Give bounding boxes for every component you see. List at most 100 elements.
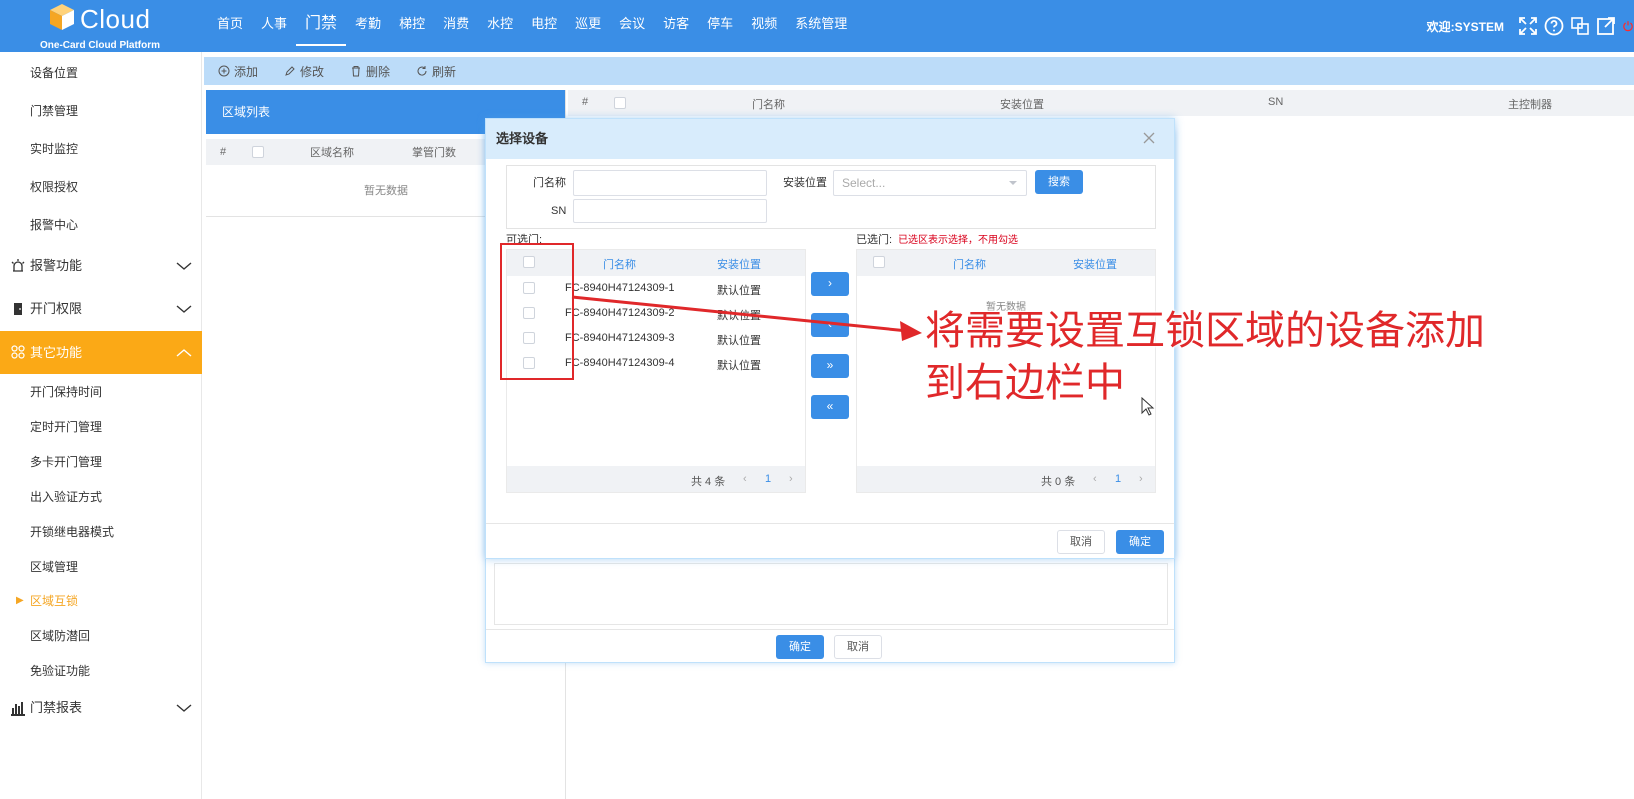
outer-ok-button[interactable]: 确定 <box>776 635 824 659</box>
chevron-down-icon <box>176 305 192 313</box>
edit-button[interactable]: 修改 <box>284 63 324 80</box>
sidebar-item-multi-card-open[interactable]: 多卡开门管理 <box>0 445 202 479</box>
sidebar-group-door-report[interactable]: 门禁报表 <box>0 688 202 728</box>
location-select[interactable]: Select... <box>833 170 1027 196</box>
sidebar-item-door-management[interactable]: 门禁管理 <box>0 94 202 128</box>
location-cell: 默认位置 <box>717 360 761 372</box>
nav-item[interactable]: 考勤 <box>346 0 390 52</box>
nav-item-active[interactable]: 门禁 <box>296 2 347 46</box>
fullscreen-icon[interactable] <box>1518 16 1538 36</box>
prev-page-icon[interactable]: ‹ <box>1093 473 1097 485</box>
add-button[interactable]: 添加 <box>218 63 258 80</box>
pagination: 共 0 条 ‹ 1 › <box>857 466 1155 492</box>
nav-item[interactable]: 电控 <box>522 0 566 52</box>
annotation-line: 将需要设置互锁区域的设备添加 <box>925 308 1485 354</box>
page-number[interactable]: 1 <box>1115 473 1121 485</box>
switch-system-icon[interactable] <box>1570 16 1590 36</box>
sidebar-item-no-verify[interactable]: 免验证功能 <box>0 654 202 688</box>
sidebar-item-verify-method[interactable]: 出入验证方式 <box>0 480 202 514</box>
nav-item[interactable]: 梯控 <box>390 0 434 52</box>
sidebar-item-door-hold-time[interactable]: 开门保持时间 <box>0 375 202 409</box>
location-placeholder: Select... <box>842 176 886 190</box>
sidebar-item-relay-mode[interactable]: 开锁继电器模式 <box>0 515 202 549</box>
selected-doors-label: 已选门: 已选区表示选择，不用勾选 <box>856 231 1018 247</box>
search-button[interactable]: 搜索 <box>1035 170 1083 194</box>
filter-panel: 门名称 安装位置 Select... 搜索 SN <box>506 165 1156 229</box>
selected-doors-label-text: 已选门: <box>856 234 893 246</box>
close-icon[interactable] <box>1142 131 1156 145</box>
annotation-text: 将需要设置互锁区域的设备添加 到右边栏中 <box>925 305 1485 409</box>
nav-item[interactable]: 人事 <box>252 0 296 52</box>
sidebar-item-area-management[interactable]: 区域管理 <box>0 550 202 584</box>
sidebar-item-anti-passback[interactable]: 区域防潜回 <box>0 619 202 653</box>
nav-item[interactable]: 首页 <box>208 0 252 52</box>
pagination: 共 4 条 ‹ 1 › <box>507 466 805 492</box>
next-page-icon[interactable]: › <box>1139 473 1143 485</box>
outer-cancel-button[interactable]: 取消 <box>834 635 882 659</box>
location-label: 安装位置 <box>783 177 827 189</box>
nav-item[interactable]: 水控 <box>478 0 522 52</box>
top-bar: Cloud One-Card Cloud Platform 首页 人事 门禁 考… <box>0 0 1634 52</box>
nav-item[interactable]: 视频 <box>742 0 786 52</box>
nav-item[interactable]: 会议 <box>610 0 654 52</box>
add-button-label: 添加 <box>234 64 259 79</box>
nav-item[interactable]: 系统管理 <box>786 0 856 52</box>
move-all-right-button[interactable]: » <box>811 354 849 378</box>
chevron-down-icon <box>176 704 192 712</box>
col-index: # <box>220 146 227 158</box>
nav-item[interactable]: 访客 <box>654 0 698 52</box>
brand-name: Cloud <box>80 4 151 34</box>
current-marker-icon: ▶ <box>16 595 24 606</box>
sidebar-group-alarm[interactable]: 报警功能 <box>0 246 202 286</box>
door-name-input[interactable] <box>573 170 767 196</box>
power-icon[interactable] <box>1622 16 1634 36</box>
prev-page-icon[interactable]: ‹ <box>743 473 747 485</box>
door-name-cell: FC-8940H47124309-4 <box>565 357 675 369</box>
next-page-icon[interactable]: › <box>789 473 793 485</box>
selected-hint: 已选区表示选择，不用勾选 <box>898 235 1019 246</box>
nav-item[interactable]: 巡更 <box>566 0 610 52</box>
sn-input[interactable] <box>573 199 767 223</box>
select-all-checkbox[interactable] <box>614 97 626 109</box>
refresh-button[interactable]: 刷新 <box>416 63 456 80</box>
col-region-name: 区域名称 <box>310 147 354 159</box>
annotation-line: 到右边栏中 <box>925 360 1125 406</box>
col-door-name: 门名称 <box>752 99 785 111</box>
delete-button[interactable]: 删除 <box>350 63 390 80</box>
sidebar-item-area-interlock[interactable]: ▶ 区域互锁 <box>0 584 202 618</box>
help-icon[interactable] <box>1544 16 1564 36</box>
nav-item[interactable]: 消费 <box>434 0 478 52</box>
col-location: 安装位置 <box>1073 259 1117 271</box>
select-all-checkbox[interactable] <box>252 146 264 158</box>
total-count: 共 4 条 <box>691 476 726 488</box>
dialog-title: 选择设备 <box>486 119 1174 159</box>
move-all-left-button[interactable]: « <box>811 395 849 419</box>
door-name-label: 门名称 <box>533 177 566 189</box>
sidebar-item-device-location[interactable]: 设备位置 <box>0 56 202 90</box>
ok-button[interactable]: 确定 <box>1116 530 1164 554</box>
mouse-cursor-icon <box>1141 397 1155 416</box>
sidebar-item-alarm-center[interactable]: 报警中心 <box>0 208 202 242</box>
sidebar-item-realtime-monitor[interactable]: 实时监控 <box>0 132 202 166</box>
sidebar-item-timed-open[interactable]: 定时开门管理 <box>0 410 202 444</box>
nav-item[interactable]: 停车 <box>698 0 742 52</box>
sidebar-group-label: 开门权限 <box>30 301 83 316</box>
cancel-button[interactable]: 取消 <box>1057 530 1105 554</box>
external-link-icon[interactable] <box>1596 16 1616 36</box>
edit-button-label: 修改 <box>300 64 325 79</box>
select-all-checkbox[interactable] <box>873 256 885 268</box>
move-right-button[interactable]: › <box>811 272 849 296</box>
col-door-name: 门名称 <box>953 259 986 271</box>
cube-logo-icon <box>50 4 74 30</box>
col-location: 安装位置 <box>717 259 761 271</box>
device-box <box>494 563 1168 625</box>
trash-icon <box>352 66 361 77</box>
sidebar-group-other-functions[interactable]: 其它功能 <box>0 331 202 374</box>
caret-down-icon <box>1009 181 1017 185</box>
main-nav: 首页 人事 门禁 考勤 梯控 消费 水控 电控 巡更 会议 访客 停车 视频 系… <box>208 0 856 52</box>
sidebar-item-permission-grant[interactable]: 权限授权 <box>0 170 202 204</box>
door-name-cell: FC-8940H47124309-1 <box>565 282 675 294</box>
sidebar-group-door-permission[interactable]: 开门权限 <box>0 289 202 329</box>
page-number[interactable]: 1 <box>765 473 771 485</box>
col-location: 安装位置 <box>1000 99 1044 111</box>
